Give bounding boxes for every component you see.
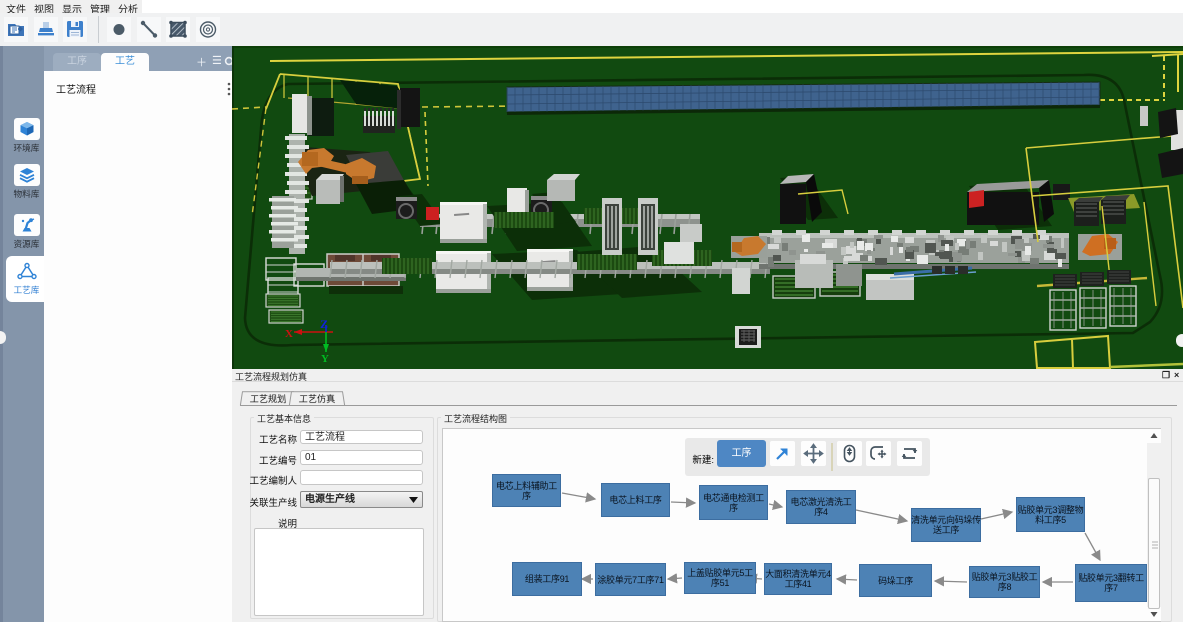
- svg-text:Z: Z: [320, 317, 328, 331]
- svg-text:X: X: [285, 328, 293, 340]
- svg-text:Y: Y: [321, 353, 329, 365]
